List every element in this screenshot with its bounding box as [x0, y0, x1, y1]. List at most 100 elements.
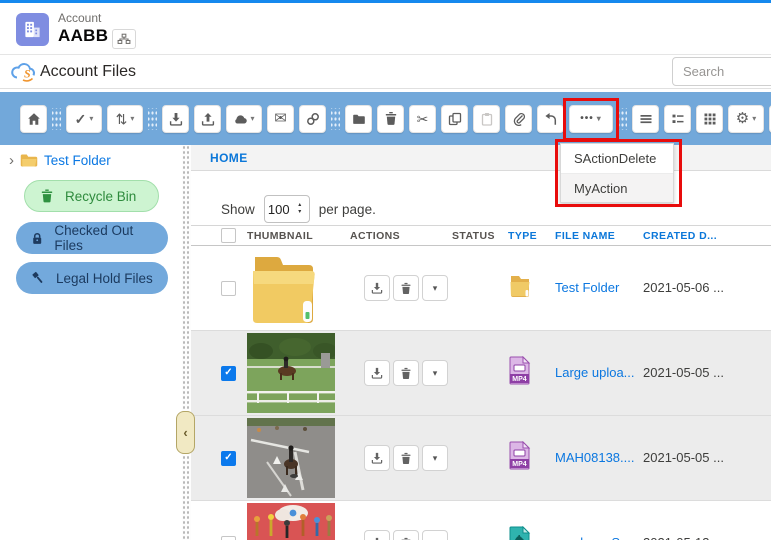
column-header-thumbnail: THUMBNAIL — [247, 230, 350, 242]
column-header-created-date[interactable]: CREATED D... — [643, 230, 771, 242]
row-delete-button[interactable] — [393, 275, 419, 301]
check-icon: ✓ — [224, 368, 232, 378]
paste-button[interactable] — [473, 105, 500, 133]
folder-icon — [352, 112, 366, 126]
page-size-stepper[interactable]: ▴ ▾ — [264, 195, 310, 223]
more-actions-button[interactable]: ••• ▾ — [569, 105, 613, 133]
video-thumbnail-horse-field[interactable] — [247, 333, 335, 413]
ellipsis-icon: ••• — [580, 113, 594, 124]
folder-icon — [20, 153, 38, 168]
image-thumbnail-employees[interactable] — [247, 503, 335, 540]
account-entity-icon — [16, 13, 49, 46]
upload-button[interactable] — [194, 105, 221, 133]
get-link-button[interactable] — [299, 105, 326, 133]
show-label: Show — [221, 202, 255, 217]
row-checkbox[interactable] — [221, 536, 236, 540]
download-icon — [371, 452, 383, 464]
stepper-up-icon[interactable]: ▴ — [298, 203, 301, 208]
sidebar-item-recycle-bin[interactable]: Recycle Bin — [24, 180, 159, 212]
email-button[interactable]: ✉ — [267, 105, 294, 133]
row-more-button[interactable]: ▾ — [422, 360, 448, 386]
row-actions: ▾ — [364, 445, 452, 471]
detail-view-button[interactable] — [664, 105, 691, 133]
stepper-arrows[interactable]: ▴ ▾ — [293, 203, 307, 215]
select-all-checkbox[interactable] — [221, 228, 236, 243]
file-list-panel: HOME Show ▴ ▾ per page. THUMBNAIL ACTION… — [191, 145, 771, 540]
row-checkbox[interactable]: ✓ — [221, 366, 236, 381]
breadcrumb[interactable]: HOME — [191, 145, 771, 171]
search-input[interactable] — [672, 57, 771, 86]
row-more-button[interactable]: ▾ — [422, 275, 448, 301]
copy-button[interactable] — [441, 105, 468, 133]
delete-button[interactable] — [377, 105, 404, 133]
sidebar-splitter[interactable] — [182, 145, 191, 540]
row-download-button[interactable] — [364, 445, 390, 471]
row-more-button[interactable]: ▾ — [422, 530, 448, 540]
row-checkbox[interactable]: ✓ — [221, 451, 236, 466]
row-checkbox[interactable] — [221, 281, 236, 296]
caret-down-icon: ▾ — [130, 115, 134, 123]
view-hierarchy-button[interactable] — [112, 29, 136, 49]
chevron-left-icon: ‹ — [183, 425, 187, 440]
attach-button[interactable] — [505, 105, 532, 133]
menu-item-myaction[interactable]: MyAction — [561, 173, 673, 202]
sidebar-collapse-handle[interactable]: ‹ — [176, 411, 195, 454]
file-name-link[interactable]: Large uploa... — [555, 365, 635, 380]
row-delete-button[interactable] — [393, 530, 419, 540]
toolbar-separator — [331, 108, 340, 130]
table-row: ✓ — [191, 416, 771, 501]
cut-button[interactable]: ✂ — [409, 105, 436, 133]
row-download-button[interactable] — [364, 530, 390, 540]
created-date: 2021-05-05 ... — [643, 450, 724, 465]
row-more-button[interactable]: ▾ — [422, 445, 448, 471]
sidebar-item-label: Recycle Bin — [65, 189, 136, 204]
table-row: ▾ Test Folder 2021-05-06 ... — [191, 246, 771, 331]
file-name-link[interactable]: Test Folder — [555, 280, 619, 295]
list-view-button[interactable] — [632, 105, 659, 133]
grid-view-button[interactable] — [696, 105, 723, 133]
row-delete-button[interactable] — [393, 445, 419, 471]
cloud-actions-dropdown-button[interactable]: ▾ — [226, 105, 262, 133]
cloud-icon — [233, 112, 247, 126]
breadcrumb-home-link[interactable]: HOME — [210, 151, 248, 165]
row-delete-button[interactable] — [393, 360, 419, 386]
folder-thumbnail[interactable] — [247, 251, 319, 325]
settings-dropdown-button[interactable]: ⚙ ▾ — [728, 105, 764, 133]
sidebar-item-test-folder[interactable]: › Test Folder — [9, 153, 111, 168]
column-header-type[interactable]: TYPE — [508, 230, 555, 242]
file-name-link[interactable]: MAH08138.... — [555, 450, 635, 465]
detail-view-icon — [671, 112, 685, 126]
copy-icon — [448, 112, 462, 126]
caret-down-icon: ▾ — [433, 368, 438, 379]
video-thumbnail-horse-track[interactable] — [247, 418, 335, 498]
toolbar-separator — [148, 108, 157, 130]
row-actions: ▾ — [364, 530, 452, 540]
download-icon — [371, 282, 383, 294]
sidebar-item-label: Test Folder — [44, 153, 111, 168]
menu-item-sactiondelete[interactable]: SActionDelete — [561, 144, 673, 173]
select-all-dropdown-button[interactable]: ✓ ▾ — [66, 105, 102, 133]
file-type-label: MP4 — [512, 376, 527, 383]
page-size-input[interactable] — [265, 202, 293, 217]
sort-dropdown-button[interactable]: ⇅ ▾ — [107, 105, 143, 133]
trash-icon — [400, 537, 412, 540]
share-button[interactable] — [537, 105, 564, 133]
row-download-button[interactable] — [364, 275, 390, 301]
row-download-button[interactable] — [364, 360, 390, 386]
more-actions-dropdown-menu: SActionDelete MyAction — [560, 143, 674, 203]
svg-text:S: S — [24, 67, 31, 81]
files-cloud-logo-icon: S — [10, 61, 37, 83]
paste-icon — [480, 112, 494, 126]
caret-down-icon: ▾ — [433, 283, 438, 294]
scissors-icon: ✂ — [417, 112, 429, 126]
file-name-link[interactable]: employeeSc... — [555, 535, 637, 540]
caret-down-icon: ▾ — [752, 115, 756, 123]
sidebar-item-legal-hold-files[interactable]: Legal Hold Files — [16, 262, 168, 294]
new-folder-button[interactable] — [345, 105, 372, 133]
home-button[interactable] — [20, 105, 47, 133]
column-header-file-name[interactable]: FILE NAME — [555, 230, 643, 242]
sidebar-item-checked-out-files[interactable]: Checked Out Files — [16, 222, 168, 254]
stepper-down-icon[interactable]: ▾ — [298, 210, 301, 215]
column-header-actions: ACTIONS — [350, 230, 452, 242]
download-button[interactable] — [162, 105, 189, 133]
